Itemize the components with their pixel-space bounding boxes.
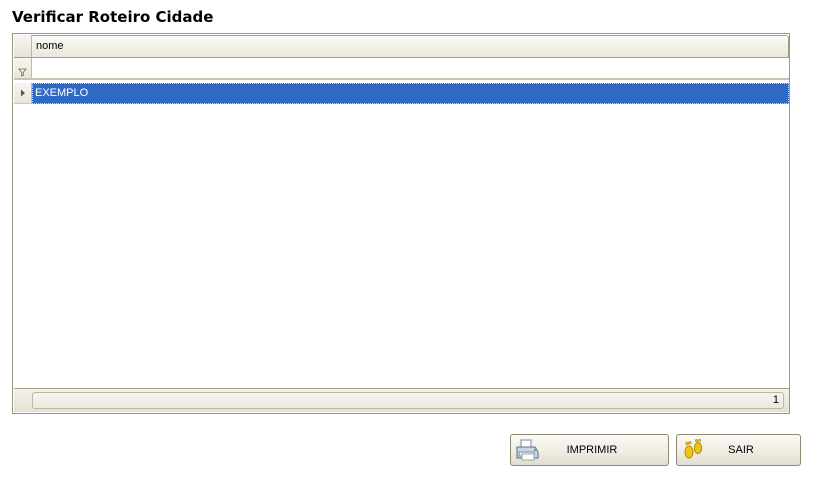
page-title: Verificar Roteiro Cidade — [12, 8, 214, 26]
record-count: 1 — [32, 392, 784, 409]
filter-input-nome[interactable] — [32, 58, 789, 78]
exit-button-label: SAIR — [728, 444, 754, 456]
table-row[interactable]: EXEMPLO — [14, 83, 789, 104]
column-header-nome[interactable]: nome — [32, 35, 789, 58]
printer-icon — [514, 437, 540, 463]
data-grid[interactable]: nome EXEMPLO 1 — [12, 33, 790, 414]
grid-footer: 1 — [14, 388, 789, 412]
print-button-label: IMPRIMIR — [566, 444, 618, 456]
filter-icon[interactable] — [14, 58, 32, 78]
table-cell-nome[interactable]: EXEMPLO — [32, 83, 789, 104]
footprints-icon — [680, 437, 706, 463]
row-indicator-header — [14, 35, 32, 58]
filter-row — [14, 58, 789, 80]
grid-header: nome — [14, 35, 789, 58]
print-button[interactable]: IMPRIMIR — [510, 434, 669, 466]
exit-button[interactable]: SAIR — [676, 434, 801, 466]
current-row-arrow-icon — [14, 83, 32, 104]
